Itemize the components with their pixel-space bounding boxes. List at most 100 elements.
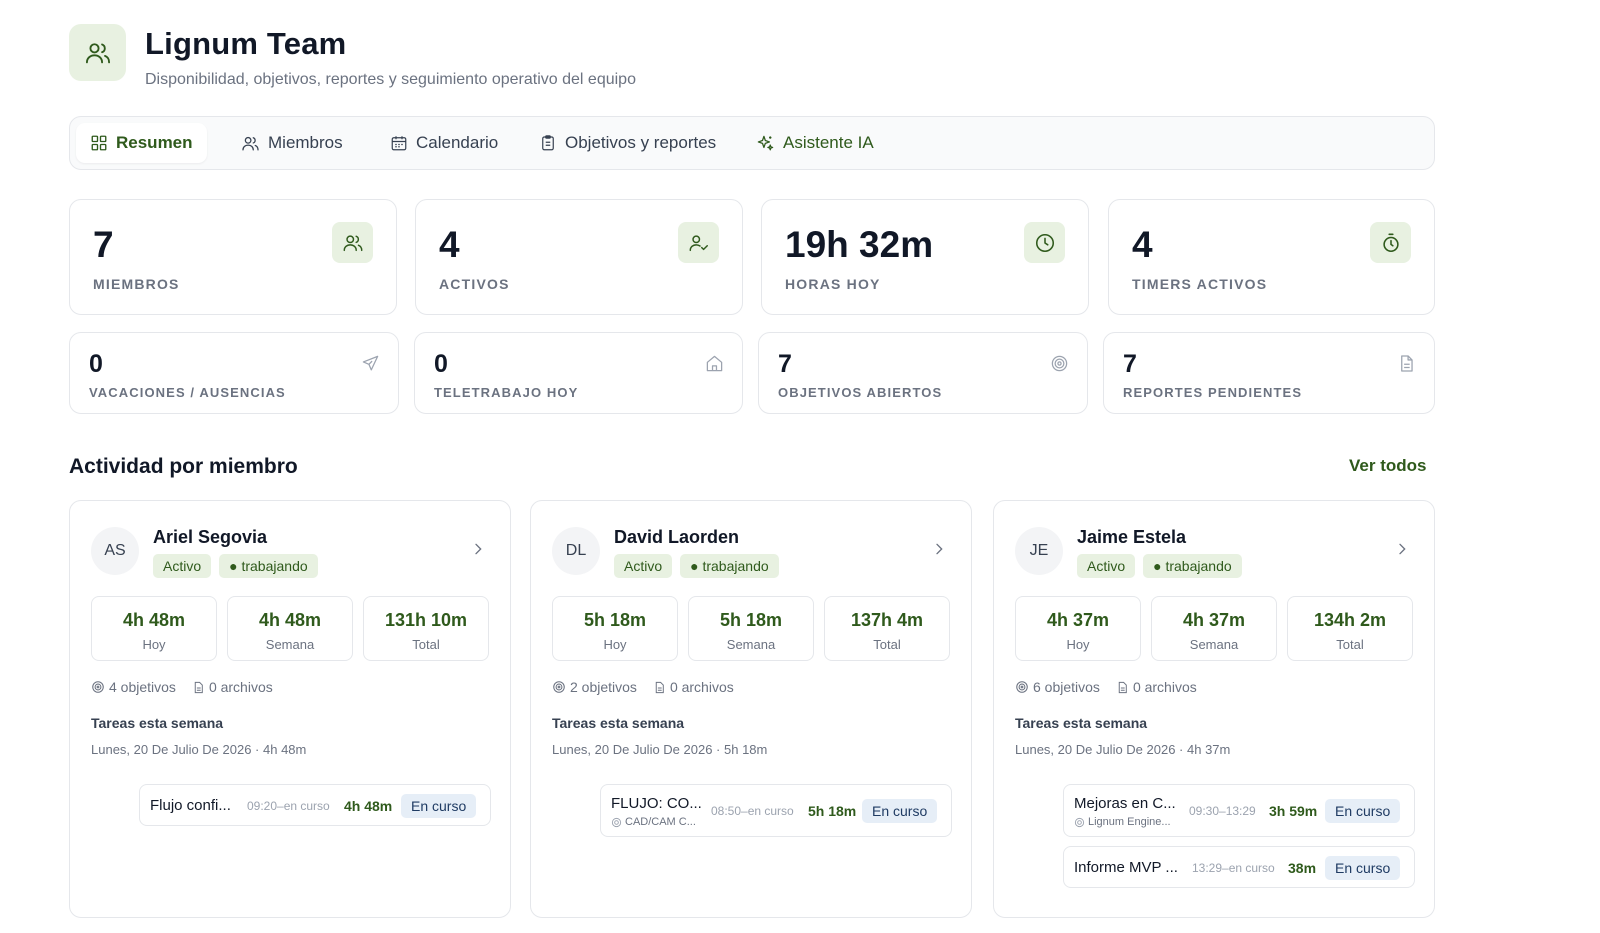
team-logo [69, 24, 126, 81]
stat-value: 7 [778, 350, 792, 378]
user-check-icon [689, 234, 708, 251]
timer-icon [1382, 233, 1399, 252]
stat-card-miembros: 7 MIEMBROS [69, 199, 397, 315]
tab-label: Miembros [268, 133, 343, 152]
stat-card-teletrabajo: 0 TELETRABAJO HOY [414, 332, 743, 414]
chevron-right-icon[interactable] [470, 541, 486, 557]
chevron-right-icon[interactable] [931, 541, 947, 557]
task-duration: 3h 59m [1269, 803, 1318, 819]
avatar: AS [91, 527, 139, 575]
target-icon [92, 681, 104, 693]
metric-total: 134h 2m Total [1287, 596, 1413, 661]
task-time: 09:30–13:29 [1189, 804, 1256, 818]
target-icon [611, 817, 622, 827]
metric-hoy: 4h 48m Hoy [91, 596, 217, 661]
target-icon [1051, 355, 1067, 371]
files-count: 0 archivos [192, 679, 273, 695]
stat-value: 4 [439, 224, 460, 265]
metric-hoy: 5h 18m Hoy [552, 596, 678, 661]
task-project: CAD/CAM C... [611, 816, 696, 828]
see-all-link[interactable]: Ver todos [1349, 456, 1426, 476]
task-time: 08:50–en curso [711, 804, 794, 818]
home-icon [706, 355, 722, 371]
stat-label: VACACIONES / AUSENCIAS [89, 385, 286, 400]
status-badge: Activo [153, 554, 212, 578]
metric-total: 137h 4m Total [824, 596, 950, 661]
tab-label: Resumen [116, 133, 193, 152]
tab-label: Asistente IA [783, 133, 874, 152]
tasks-date: Lunes, 20 De Julio De 2026 · 5h 18m [552, 742, 768, 757]
metric-semana: 4h 37m Semana [1151, 596, 1277, 661]
task-time: 09:20–en curso [247, 799, 330, 813]
metric-hoy: 4h 37m Hoy [1015, 596, 1141, 661]
tab-calendario[interactable]: Calendario [376, 123, 512, 163]
stat-label: TIMERS ACTIVOS [1132, 276, 1268, 292]
task-status-badge: En curso [1325, 799, 1401, 823]
chevron-right-icon[interactable] [1394, 541, 1410, 557]
task-project: Lignum Engine... [1074, 816, 1171, 828]
working-badge: ● trabajando [680, 554, 779, 578]
task-duration: 5h 18m [808, 803, 857, 819]
task-item[interactable]: Mejoras en C... Lignum Engine... 09:30–1… [1063, 784, 1415, 837]
task-item[interactable]: Flujo confi... 09:20–en curso 4h 48m En … [139, 784, 491, 826]
task-name: FLUJO: CO... [611, 795, 702, 812]
target-icon [1074, 817, 1085, 827]
objectives-count: 6 objetivos [1015, 679, 1100, 695]
task-name: Mejoras en C... [1074, 795, 1176, 812]
task-time: 13:29–en curso [1192, 861, 1275, 875]
stat-value: 7 [93, 224, 114, 265]
stat-value: 0 [434, 350, 448, 378]
tab-miembros[interactable]: Miembros [227, 123, 357, 163]
sparkles-icon [757, 135, 774, 150]
status-badge: Activo [1077, 554, 1136, 578]
task-item[interactable]: Informe MVP ... 13:29–en curso 38m En cu… [1063, 846, 1415, 888]
stat-card-objetivos-abiertos: 7 OBJETIVOS ABIERTOS [758, 332, 1088, 414]
file-icon [1118, 681, 1127, 693]
working-badge: ● trabajando [219, 554, 318, 578]
metric-semana: 5h 18m Semana [688, 596, 814, 661]
file-icon [655, 681, 664, 693]
stat-card-reportes-pendientes: 7 REPORTES PENDIENTES [1103, 332, 1435, 414]
grid-icon [91, 135, 107, 151]
stat-value: 0 [89, 350, 103, 378]
member-card-david-laorden[interactable]: DL David Laorden Activo ● trabajando 5h … [530, 500, 972, 918]
stat-value: 4 [1132, 224, 1153, 265]
clipboard-icon [542, 135, 554, 151]
stat-label: HORAS HOY [785, 276, 881, 292]
stat-label: OBJETIVOS ABIERTOS [778, 385, 943, 400]
metric-semana: 4h 48m Semana [227, 596, 353, 661]
task-name: Flujo confi... [150, 797, 231, 814]
task-item[interactable]: FLUJO: CO... CAD/CAM C... 08:50–en curso… [600, 784, 952, 837]
tasks-title: Tareas esta semana [1015, 715, 1148, 731]
stat-label: ACTIVOS [439, 276, 510, 292]
tab-label: Calendario [416, 133, 499, 152]
tasks-date: Lunes, 20 De Julio De 2026 · 4h 48m [91, 742, 307, 757]
tab-objetivos-reportes[interactable]: Objetivos y reportes [525, 123, 730, 163]
member-card-jaime-estela[interactable]: JE Jaime Estela Activo ● trabajando 4h 3… [993, 500, 1435, 918]
stat-value: 7 [1123, 350, 1137, 378]
calendar-icon [391, 136, 407, 151]
member-name: Jaime Estela [1077, 527, 1187, 547]
page-title: Lignum Team [145, 26, 347, 61]
clock-icon [1035, 233, 1054, 252]
stat-card-timers-activos: 4 TIMERS ACTIVOS [1108, 199, 1435, 315]
stat-value: 19h 32m [785, 224, 934, 265]
member-card-ariel-segovia[interactable]: AS Ariel Segovia Activo ● trabajando 4h … [69, 500, 511, 918]
member-name: David Laorden [614, 527, 740, 547]
users-icon [85, 42, 110, 63]
stat-label: TELETRABAJO HOY [434, 385, 579, 400]
tab-asistente-ia[interactable]: Asistente IA [742, 123, 888, 163]
stat-card-horas-hoy: 19h 32m HORAS HOY [761, 199, 1089, 315]
tasks-title: Tareas esta semana [552, 715, 685, 731]
users-icon [343, 234, 362, 251]
plane-icon [362, 355, 378, 370]
stat-label: REPORTES PENDIENTES [1123, 385, 1303, 400]
metric-total: 131h 10m Total [363, 596, 489, 661]
avatar: JE [1015, 527, 1063, 575]
task-duration: 4h 48m [344, 798, 393, 814]
stat-card-vacaciones: 0 VACACIONES / AUSENCIAS [69, 332, 399, 414]
tab-resumen[interactable]: Resumen [76, 123, 207, 163]
file-icon [1400, 354, 1413, 372]
stat-label: MIEMBROS [93, 276, 180, 292]
objectives-count: 4 objetivos [91, 679, 176, 695]
